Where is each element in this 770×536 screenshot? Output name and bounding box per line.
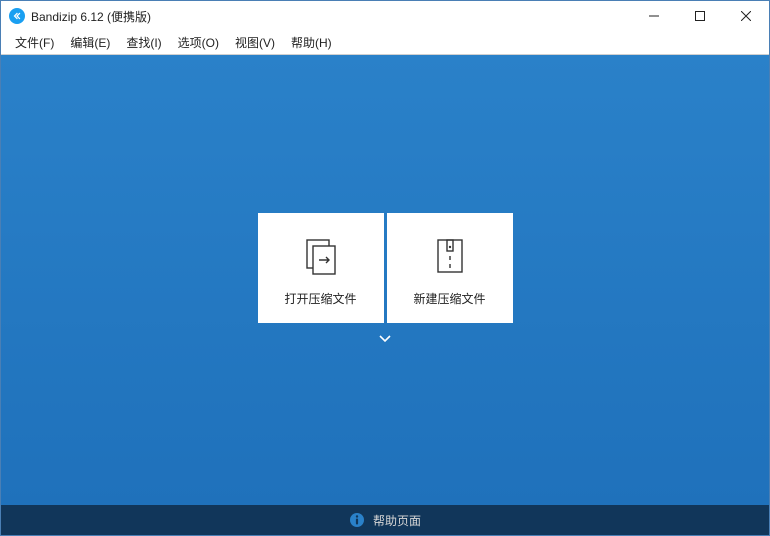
tile-row: 打开压缩文件 新建压缩文件 [258, 213, 513, 323]
app-icon [9, 8, 25, 24]
close-button[interactable] [723, 1, 769, 31]
statusbar-help-label: 帮助页面 [373, 512, 421, 529]
info-icon [349, 512, 365, 528]
minimize-button[interactable] [631, 1, 677, 31]
menu-options[interactable]: 选项(O) [170, 31, 227, 54]
maximize-button[interactable] [677, 1, 723, 31]
app-window: Bandizip 6.12 (便携版) 文件(F) 编辑(E) 查找(I) 选项… [0, 0, 770, 536]
menu-help[interactable]: 帮助(H) [283, 31, 340, 54]
expand-button[interactable] [373, 329, 397, 347]
open-archive-label: 打开压缩文件 [284, 290, 356, 307]
menubar: 文件(F) 编辑(E) 查找(I) 选项(O) 视图(V) 帮助(H) [1, 31, 769, 55]
new-archive-icon [430, 236, 470, 276]
open-archive-tile[interactable]: 打开压缩文件 [258, 213, 384, 323]
open-archive-icon [301, 236, 341, 276]
window-controls [631, 1, 769, 31]
menu-find[interactable]: 查找(I) [118, 31, 169, 54]
statusbar-help-link[interactable]: 帮助页面 [1, 505, 769, 535]
content-area: 打开压缩文件 新建压缩文件 [1, 55, 769, 505]
menu-edit[interactable]: 编辑(E) [62, 31, 118, 54]
window-title: Bandizip 6.12 (便携版) [31, 8, 151, 25]
titlebar: Bandizip 6.12 (便携版) [1, 1, 769, 31]
new-archive-label: 新建压缩文件 [413, 290, 485, 307]
new-archive-tile[interactable]: 新建压缩文件 [387, 213, 513, 323]
menu-view[interactable]: 视图(V) [227, 31, 283, 54]
menu-file[interactable]: 文件(F) [7, 31, 62, 54]
tile-container: 打开压缩文件 新建压缩文件 [258, 213, 513, 347]
